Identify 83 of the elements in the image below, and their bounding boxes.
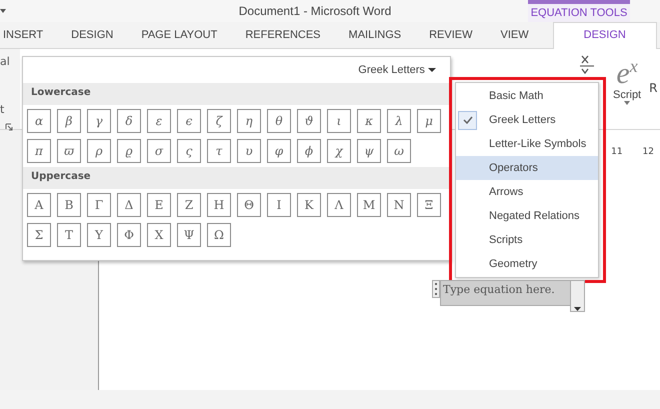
- symbol-button[interactable]: Η: [207, 193, 231, 217]
- symbol-button[interactable]: Ω: [207, 223, 231, 247]
- menu-item[interactable]: Letter-Like Symbols: [456, 132, 598, 156]
- symbol-button[interactable]: Ν: [387, 193, 411, 217]
- symbol-button[interactable]: Ε: [147, 193, 171, 217]
- drag-handle-icon[interactable]: [432, 280, 440, 298]
- script-button[interactable]: e$^{x}$ Script: [613, 51, 642, 105]
- caret-icon: [624, 101, 630, 105]
- fraction-icon[interactable]: [580, 53, 594, 75]
- menu-item[interactable]: Negated Relations: [456, 204, 598, 228]
- symbol-button[interactable]: ρ: [87, 139, 111, 163]
- symbol-button[interactable]: Υ: [87, 223, 111, 247]
- symbol-button[interactable]: ϵ: [177, 109, 201, 133]
- symbol-button[interactable]: β: [57, 109, 81, 133]
- dialog-launcher-icon[interactable]: [5, 123, 13, 131]
- symbol-button[interactable]: η: [237, 109, 261, 133]
- symbol-button[interactable]: Β: [57, 193, 81, 217]
- symbol-button[interactable]: ι: [327, 109, 351, 133]
- symbol-button[interactable]: δ: [117, 109, 141, 133]
- ruler-number: 12: [642, 147, 654, 157]
- symbol-button[interactable]: λ: [387, 109, 411, 133]
- ribbon-tab[interactable]: INSERT: [0, 22, 58, 48]
- symbol-button[interactable]: ϱ: [117, 139, 141, 163]
- symbol-button[interactable]: Ψ: [177, 223, 201, 247]
- symbol-button[interactable]: φ: [267, 139, 291, 163]
- ribbon-label: al: [0, 55, 10, 68]
- menu-item[interactable]: Basic Math: [456, 84, 598, 108]
- menu-item[interactable]: Geometry: [456, 252, 598, 276]
- caret-icon: [574, 307, 581, 311]
- symbol-button[interactable]: θ: [267, 109, 291, 133]
- customize-caret-icon[interactable]: [0, 9, 6, 13]
- symbol-button[interactable]: Γ: [87, 193, 111, 217]
- symbol-button[interactable]: Μ: [357, 193, 381, 217]
- symbol-button[interactable]: ϕ: [297, 139, 321, 163]
- ribbon-tab[interactable]: DESIGN: [552, 22, 657, 49]
- symbol-button[interactable]: χ: [327, 139, 351, 163]
- symbol-button[interactable]: μ: [417, 109, 441, 133]
- symbol-button[interactable]: γ: [87, 109, 111, 133]
- symbol-button[interactable]: Φ: [117, 223, 141, 247]
- symbol-button[interactable]: Ξ: [417, 193, 441, 217]
- symbol-button[interactable]: α: [27, 109, 51, 133]
- symbol-button[interactable]: Θ: [237, 193, 261, 217]
- equation-field[interactable]: Type equation here.: [440, 280, 570, 306]
- ribbon-tab[interactable]: VIEW: [486, 22, 543, 48]
- menu-item[interactable]: Arrows: [456, 180, 598, 204]
- ribbon-tab[interactable]: REFERENCES: [231, 22, 335, 48]
- symbol-button[interactable]: ς: [177, 139, 201, 163]
- ribbon-label: R: [649, 81, 658, 95]
- category-dropdown[interactable]: Greek Letters: [356, 62, 438, 78]
- symbol-button[interactable]: ω: [387, 139, 411, 163]
- symbol-button[interactable]: σ: [147, 139, 171, 163]
- context-tab-group: EQUATION TOOLS: [528, 0, 630, 22]
- window-title: Document1 - Microsoft Word: [238, 4, 392, 18]
- symbol-button[interactable]: Χ: [147, 223, 171, 247]
- symbol-button[interactable]: κ: [357, 109, 381, 133]
- symbol-button[interactable]: Λ: [327, 193, 351, 217]
- menu-item[interactable]: Greek Letters: [456, 108, 598, 132]
- symbol-button[interactable]: τ: [207, 139, 231, 163]
- symbol-button[interactable]: ζ: [207, 109, 231, 133]
- ruler-number: 11: [611, 147, 623, 157]
- symbol-button[interactable]: Κ: [297, 193, 321, 217]
- symbol-button[interactable]: ψ: [357, 139, 381, 163]
- symbol-button[interactable]: π: [27, 139, 51, 163]
- section-header: Uppercase: [23, 167, 450, 189]
- symbol-button[interactable]: Ι: [267, 193, 291, 217]
- menu-item[interactable]: Operators: [456, 156, 598, 180]
- ribbon-label: t: [0, 103, 4, 116]
- section-header: Lowercase: [23, 83, 450, 105]
- symbol-button[interactable]: Δ: [117, 193, 141, 217]
- symbol-button[interactable]: ϑ: [297, 109, 321, 133]
- symbol-button[interactable]: υ: [237, 139, 261, 163]
- ribbon-tab[interactable]: DESIGN: [57, 22, 128, 48]
- ribbon-tab[interactable]: REVIEW: [415, 22, 487, 48]
- symbol-button[interactable]: Α: [27, 193, 51, 217]
- equation-options-button[interactable]: [570, 280, 585, 312]
- symbol-button[interactable]: Τ: [57, 223, 81, 247]
- menu-item[interactable]: Scripts: [456, 228, 598, 252]
- ribbon-tab[interactable]: MAILINGS: [334, 22, 416, 48]
- symbol-button[interactable]: ϖ: [57, 139, 81, 163]
- symbol-button[interactable]: Ζ: [177, 193, 201, 217]
- ribbon-tab[interactable]: PAGE LAYOUT: [127, 22, 232, 48]
- symbol-button[interactable]: Σ: [27, 223, 51, 247]
- symbol-button[interactable]: ε: [147, 109, 171, 133]
